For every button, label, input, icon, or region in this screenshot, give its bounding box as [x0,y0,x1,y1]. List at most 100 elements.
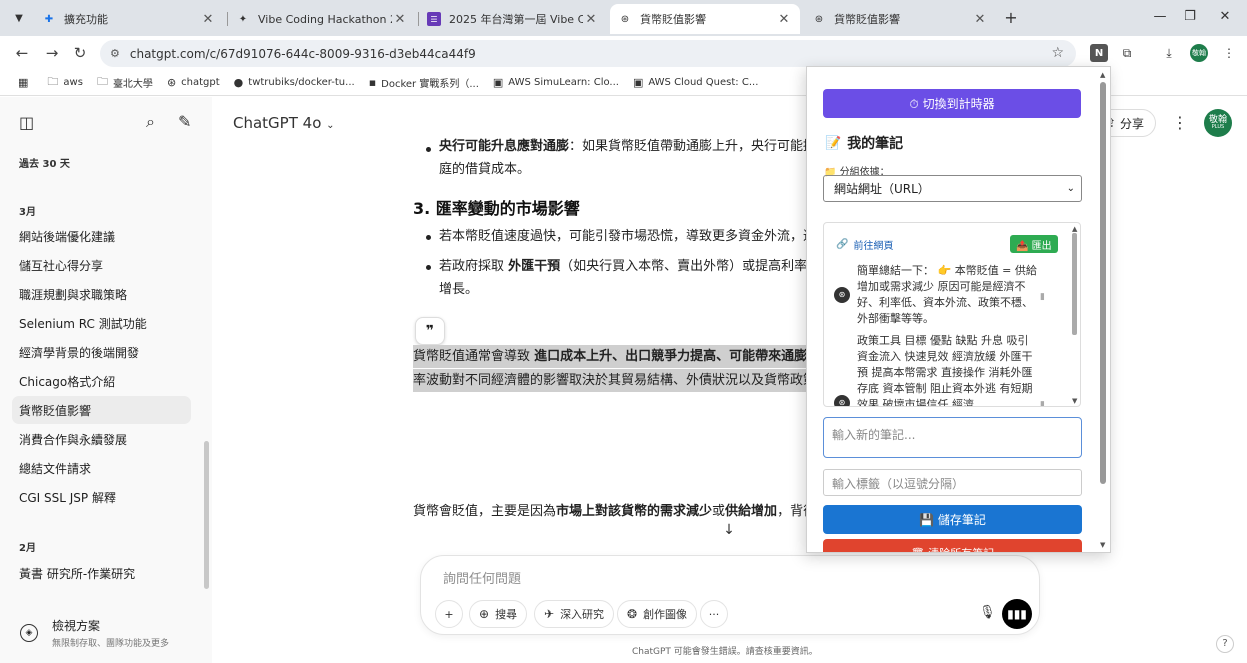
scroll-up-icon[interactable]: ▲ [1072,225,1077,233]
new-chat-icon[interactable]: ✎ [178,112,191,131]
close-window-button[interactable]: ✕ [1215,9,1235,24]
note-handle-icon[interactable]: ▮ [1040,397,1045,406]
bold-text: 市場上對該貨幣的需求減少 [556,504,713,519]
export-button[interactable]: 📤 匯出 [1010,235,1058,253]
sidebar-item[interactable]: Chicago格式介紹 [12,367,191,395]
notes-extension-icon[interactable]: N [1090,44,1108,62]
message-composer[interactable]: 詢問任何問題 + ⊕ 搜尋 ✈ 深入研究 ❂ 創作圖像 ··· 🎙 ▮▮▮ [420,555,1040,635]
tag-input[interactable]: 輸入標籤（以逗號分隔） [823,469,1082,496]
close-icon[interactable]: ✕ [200,12,216,27]
notes-list: 🔗 前往網頁 📤 匯出 ⊛ 簡單總結一下： 👉 本幣貶值 = 供給增加或需求減少 … [823,222,1081,407]
bookmark-label: 臺北大學 [112,79,153,90]
profile-avatar[interactable]: 敬翰 [1190,44,1208,62]
apps-grid-icon[interactable]: ▦ [18,76,33,89]
docker-icon: ▪ [368,76,377,89]
tab-currency-active[interactable]: ⊛ 貨幣貶值影響 ✕ [610,4,800,34]
close-icon[interactable]: ✕ [776,12,792,27]
close-icon[interactable]: ✕ [972,12,988,27]
menu-kebab-icon[interactable]: ⋮ [1220,44,1238,62]
extensions-puzzle-icon[interactable]: ⧉ [1118,44,1136,62]
search-icon[interactable]: ⌕ [146,112,155,132]
minimize-button[interactable]: — [1150,9,1170,24]
image-label: 創作圖像 [643,608,688,621]
sidebar-item[interactable]: 總結文件請求 [12,454,191,482]
notes-title: 📝 我的筆記 [825,133,903,153]
model-selector[interactable]: ChatGPT 4o ⌄ [233,114,335,132]
clear-all-notes-button[interactable]: 🗑 清除所有筆記 [823,539,1082,552]
bookmark-aws-simulearn[interactable]: ▣ AWS SimuLearn: Clo... [493,76,619,89]
save-note-button[interactable]: 💾 儲存筆記 [823,505,1082,534]
upgrade-plan-button[interactable]: ◈ 檢視方案 無限制存取、團隊功能及更多 [14,615,204,651]
sidebar-item[interactable]: Selenium RC 測試功能 [12,309,191,337]
help-icon[interactable]: ? [1216,635,1234,653]
sidebar-item-active[interactable]: 貨幣貶值影響 [12,396,191,424]
bold-text: 進口成本上升、出口競爭力提高、可能帶來通膨 [534,349,808,364]
panel-scroll-down-icon[interactable]: ▼ [1100,541,1105,549]
section-last-30-days: 過去 30 天 [19,159,70,170]
group-by-select[interactable]: 網站網址（URL） ⌄ [823,175,1082,202]
sidebar-item[interactable]: 儲互社心得分享 [12,251,191,279]
goto-page-link[interactable]: 🔗 前往網頁 [836,237,893,252]
composer-placeholder[interactable]: 詢問任何問題 [443,568,521,587]
voice-mode-button[interactable]: ▮▮▮ [1002,599,1032,629]
more-options-icon[interactable]: ⋮ [1172,113,1188,132]
deep-research-button[interactable]: ✈ 深入研究 [534,600,615,628]
switch-to-timer-button[interactable]: ⏱ 切換到計時器 [823,89,1081,118]
research-label: 深入研究 [560,608,605,621]
close-icon[interactable]: ✕ [583,12,599,27]
bookmark-docker[interactable]: ▪ Docker 實戰系列（... [369,75,479,90]
tab-vibe-hackathon[interactable]: ✦ Vibe Coding Hackathon 2025 丨 ✕ [228,4,416,34]
download-icon[interactable]: ⤓ [1160,44,1178,62]
sidebar-item[interactable]: 消費合作與永續發展 [12,425,191,453]
tab-search-button[interactable]: ▼ [8,7,30,29]
bookmark-chatgpt[interactable]: ⊛ chatgpt [167,76,220,89]
bookmark-aws-cloudquest[interactable]: ▣ AWS Cloud Quest: C... [633,76,758,89]
create-image-button[interactable]: ❂ 創作圖像 [617,600,698,628]
back-button[interactable]: ← [12,44,32,62]
new-note-textarea[interactable]: 輸入新的筆記... [823,417,1082,458]
bookmark-aws[interactable]: 🗀 aws [47,73,83,92]
chevron-down-icon: ⌄ [326,120,335,131]
bookmark-star-icon[interactable]: ☆ [1051,45,1064,61]
attach-button[interactable]: + [435,600,463,628]
tab-vibe-coding-form[interactable]: ☰ 2025 年台灣第一屆 Vibe Coding ✕ [419,4,607,34]
tab-extensions[interactable]: ✚ 擴充功能 ✕ [34,4,224,34]
search-button[interactable]: ⊕ 搜尋 [469,600,528,628]
reload-button[interactable]: ↻ [70,44,90,62]
group-by-value: 網站網址（URL） [834,182,930,196]
notes-scrollbar[interactable] [1072,233,1077,335]
panel-scrollbar[interactable] [1100,82,1106,484]
sidebar-toggle-icon[interactable]: ◫ [19,113,34,132]
more-tools-button[interactable]: ··· [700,600,728,628]
forward-button[interactable]: → [42,44,62,62]
goto-label: 前往網頁 [853,241,894,252]
site-info-icon[interactable]: ⚙ [110,47,120,60]
disclaimer-text: ChatGPT 可能會發生錯誤。請查核重要資訊。 [632,647,818,657]
message-line: 央行可能升息應對通膨：如果貨幣貶值帶動通膨上升，央行可能提 [439,135,816,158]
new-tab-button[interactable]: + [1002,9,1020,27]
panel-scroll-up-icon[interactable]: ▲ [1100,71,1105,79]
message-line: 若政府採取 外匯干預（如央行買入本幣、賣出外幣）或提高利率 [439,255,807,278]
bookmark-ntpu[interactable]: 🗀 臺北大學 [97,73,153,92]
maximize-button[interactable]: ❐ [1180,9,1200,24]
bookmark-github[interactable]: ● twtrubiks/docker-tu... [234,76,355,89]
note-handle-icon[interactable]: ▮ [1040,289,1045,305]
sidebar-item[interactable]: 經濟學背景的後端開發 [12,338,191,366]
user-avatar[interactable]: 敬翰 PLUS [1204,109,1232,137]
tab-currency[interactable]: ⊛ 貨幣貶值影響 ✕ [804,4,996,34]
note-item[interactable]: ⊛ 簡單總結一下： 👉 本幣貶值 = 供給增加或需求減少 原因可能是經濟不好、利… [834,263,1064,327]
sidebar-item[interactable]: CGI SSL JSP 解釋 [12,483,191,511]
sidebar-item[interactable]: 職涯規劃與求職策略 [12,280,191,308]
memo-icon: 📝 [825,135,842,151]
close-icon[interactable]: ✕ [392,12,408,27]
microphone-icon[interactable]: 🎙 [979,605,996,620]
scroll-down-arrow-icon[interactable]: ↓ [717,522,741,546]
sidebar-item[interactable]: 網站後端優化建議 [12,222,191,250]
chatgpt-icon: ⊛ [814,13,824,25]
quote-selection-button[interactable]: ❞ [415,317,445,345]
sidebar-scrollbar[interactable] [204,441,209,589]
sidebar-item[interactable]: 黃書 研究所-作業研究 [12,559,191,587]
note-item[interactable]: ⊛ 政策工具 目標 優點 缺點 升息 吸引資金流入 快速見效 經濟放緩 外匯干預… [834,333,1064,406]
address-bar[interactable]: ⚙ chatgpt.com/c/67d91076-644c-8009-9316-… [100,40,1076,67]
scroll-down-icon[interactable]: ▼ [1072,397,1077,405]
